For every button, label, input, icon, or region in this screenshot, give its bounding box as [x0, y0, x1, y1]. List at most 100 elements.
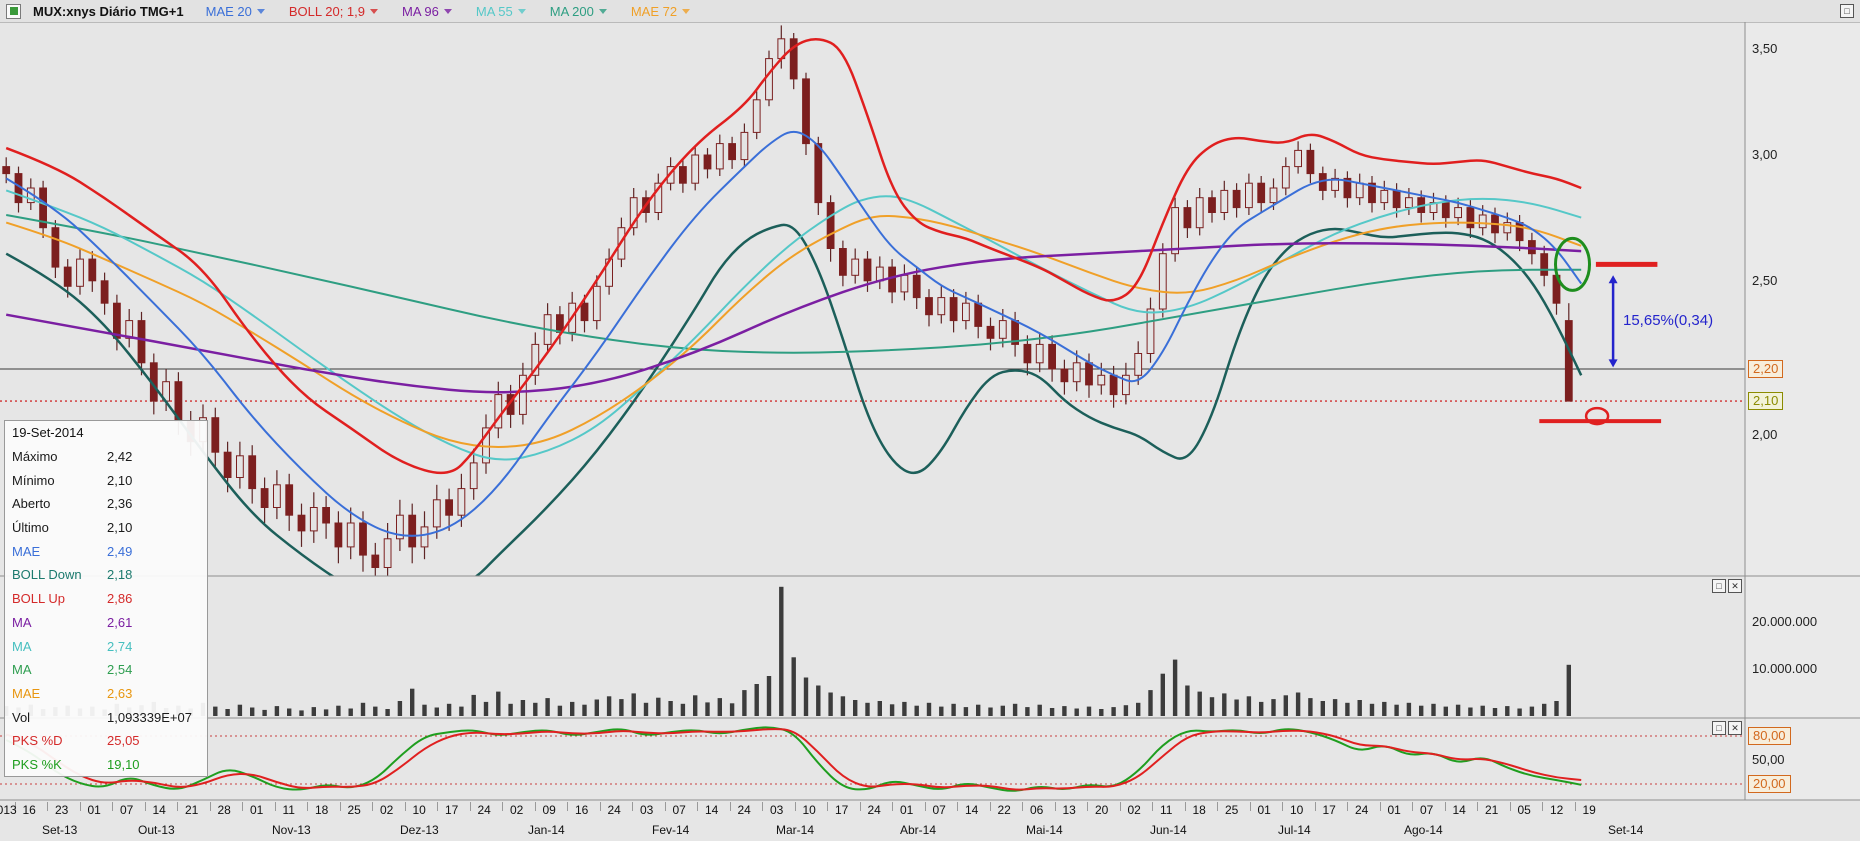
date-tick-22: 14 — [705, 803, 718, 817]
price-label-2,50: 2,50 — [1752, 273, 1777, 288]
tick-separator — [340, 802, 341, 811]
tick-separator — [1445, 802, 1446, 811]
overlay-mae-72[interactable] — [6, 216, 1581, 447]
tick-separator — [730, 802, 731, 811]
month-Out-13: Out-13 — [138, 823, 175, 837]
arrow-head-bottom — [1609, 359, 1618, 367]
overlay-ma-96[interactable] — [6, 243, 1581, 392]
app-icon[interactable] — [6, 4, 21, 19]
overlay-boll-down[interactable] — [6, 225, 1581, 595]
tick-separator — [80, 802, 81, 811]
chart-canvas[interactable]: 15,65%(0,34) — [0, 0, 1860, 841]
date-tick-49: 19 — [1583, 803, 1596, 817]
tick-separator — [1152, 802, 1153, 811]
legend-label: MA 55 — [476, 4, 513, 19]
date-tick-48: 12 — [1550, 803, 1563, 817]
chevron-down-icon — [518, 9, 526, 14]
date-tick-33: 13 — [1063, 803, 1076, 817]
tooltip-value: 2,63 — [107, 686, 200, 701]
tick-separator — [1250, 802, 1251, 811]
tooltip-value: 2,54 — [107, 662, 200, 677]
legend-item-mae-20[interactable]: MAE 20 — [206, 4, 265, 19]
date-tick-20: 03 — [640, 803, 653, 817]
tick-separator — [990, 802, 991, 811]
tick-separator — [1087, 802, 1088, 811]
tick-separator — [1542, 802, 1543, 811]
tooltip-label: MA — [12, 662, 107, 677]
price-label-3,50: 3,50 — [1752, 41, 1777, 56]
date-tick-28: 01 — [900, 803, 913, 817]
chevron-down-icon — [599, 9, 607, 14]
date-tick-47: 05 — [1518, 803, 1531, 817]
date-tick-18: 16 — [575, 803, 588, 817]
legend-item-ma-96[interactable]: MA 96 — [402, 4, 452, 19]
legend-label: BOLL 20; 1,9 — [289, 4, 365, 19]
tick-separator — [275, 802, 276, 811]
tick-separator — [860, 802, 861, 811]
tick-separator — [145, 802, 146, 811]
tick-separator — [1575, 802, 1576, 811]
tooltip-value: 2,49 — [107, 544, 200, 559]
tick-separator — [762, 802, 763, 811]
chevron-down-icon — [444, 9, 452, 14]
tick-separator — [1347, 802, 1348, 811]
date-tick-37: 18 — [1193, 803, 1206, 817]
maximize-button[interactable]: □ — [1712, 721, 1726, 735]
stoch-flag-80: 80,00 — [1748, 727, 1791, 745]
tick-separator — [1217, 802, 1218, 811]
highlight-ellipse[interactable] — [1556, 238, 1590, 290]
date-tick-34: 20 — [1095, 803, 1108, 817]
stoch-flag-20: 20,00 — [1748, 775, 1791, 793]
symbol-title: MUX:xnys Diário TMG+1 — [33, 4, 184, 19]
month-Fev-14: Fev-14 — [652, 823, 689, 837]
tooltip-row-mae: MAE2,49 — [5, 539, 207, 563]
overlay-ma-200[interactable] — [6, 215, 1581, 353]
tick-separator — [600, 802, 601, 811]
tooltip-label: Aberto — [12, 496, 107, 511]
stoch-k-line[interactable] — [6, 727, 1581, 790]
tick-separator — [892, 802, 893, 811]
tooltip-row-aberto: Aberto2,36 — [5, 492, 207, 516]
tooltip-row--ltimo: Último2,10 — [5, 516, 207, 540]
maximize-button[interactable]: □ — [1840, 4, 1854, 18]
tooltip-row-ma: MA2,74 — [5, 634, 207, 658]
tick-separator — [1412, 802, 1413, 811]
date-tick-16: 02 — [510, 803, 523, 817]
tooltip-value: 1,093339E+07 — [107, 710, 200, 725]
price-flag-2,10: 2,10 — [1748, 392, 1783, 410]
date-tick-4: 07 — [120, 803, 133, 817]
legend-label: MA 96 — [402, 4, 439, 19]
date-tick-13: 10 — [413, 803, 426, 817]
data-tooltip: 19-Set-2014Máximo2,42Mínimo2,10Aberto2,3… — [4, 420, 208, 777]
month-Dez-13: Dez-13 — [400, 823, 439, 837]
date-tick-27: 24 — [868, 803, 881, 817]
price-label-2,00: 2,00 — [1752, 427, 1777, 442]
legend-item-ma-200[interactable]: MA 200 — [550, 4, 607, 19]
tooltip-row-ma: MA2,61 — [5, 611, 207, 635]
legend-label: MA 200 — [550, 4, 594, 19]
month-Mar-14: Mar-14 — [776, 823, 814, 837]
tooltip-value: 2,61 — [107, 615, 200, 630]
tooltip-value: 2,18 — [107, 567, 200, 582]
volume-label-10: 10.000.000 — [1752, 661, 1817, 676]
percent-annotation: 15,65%(0,34) — [1623, 312, 1713, 329]
close-button[interactable]: ✕ — [1728, 579, 1742, 593]
legend-label: MAE 20 — [206, 4, 252, 19]
legend-item-mae-72[interactable]: MAE 72 — [631, 4, 690, 19]
tick-separator — [210, 802, 211, 811]
maximize-button[interactable]: □ — [1712, 579, 1726, 593]
tooltip-label: MAE — [12, 686, 107, 701]
chevron-down-icon — [370, 9, 378, 14]
date-tick-25: 10 — [803, 803, 816, 817]
tooltip-label: BOLL Down — [12, 567, 107, 582]
stoch-d-line[interactable] — [6, 729, 1581, 790]
legend-label: MAE 72 — [631, 4, 677, 19]
tooltip-value: 19,10 — [107, 757, 200, 772]
date-tick-23: 24 — [738, 803, 751, 817]
legend-item-boll-20-1-9[interactable]: BOLL 20; 1,9 — [289, 4, 378, 19]
tooltip-value: 2,10 — [107, 520, 200, 535]
tooltip-label: MA — [12, 615, 107, 630]
tick-separator — [1282, 802, 1283, 811]
legend-item-ma-55[interactable]: MA 55 — [476, 4, 526, 19]
close-button[interactable]: ✕ — [1728, 721, 1742, 735]
